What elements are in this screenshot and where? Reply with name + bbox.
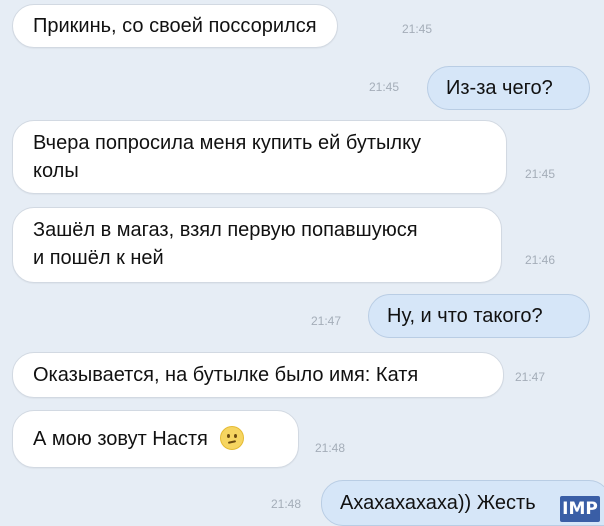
message-bubble-incoming: Вчера попросила меня купить ей бутылку к…: [12, 120, 507, 194]
message-time: 21:47: [515, 370, 546, 384]
message-text: Ну, и что такого?: [387, 305, 543, 327]
message-bubble-incoming: Оказывается, на бутылке было имя: Катя: [12, 352, 504, 398]
watermark-logo: IMP: [560, 496, 600, 522]
message-text: Прикинь, со своей поссорился: [33, 15, 317, 37]
message-text-line: Зашёл в магаз, взял первую попавшуюся: [33, 219, 418, 241]
message-text-line: и пошёл к ней: [33, 247, 164, 269]
message-bubble-incoming: А мою зовут Настя: [12, 410, 299, 468]
message-time: 21:45: [525, 167, 556, 181]
message-text: А мою зовут Настя: [33, 428, 208, 450]
message-text: Ахахахахаха)) Жесть: [340, 492, 536, 514]
message-time: 21:46: [525, 253, 556, 267]
message-time: 21:45: [402, 22, 433, 36]
message-time: 21:48: [315, 441, 346, 455]
message-bubble-outgoing: Из-за чего?: [427, 66, 590, 110]
message-bubble-outgoing: Ну, и что такого?: [368, 294, 590, 338]
message-text: Оказывается, на бутылке было имя: Катя: [33, 364, 419, 386]
message-bubble-incoming: Прикинь, со своей поссорился: [12, 4, 338, 48]
message-time: 21:45: [369, 80, 400, 94]
message-text-line: колы: [33, 160, 79, 182]
message-bubble-incoming: Зашёл в магаз, взял первую попавшуюся и …: [12, 207, 502, 283]
confused-face-emoji-icon: [219, 425, 244, 450]
message-time: 21:47: [311, 314, 342, 328]
message-time: 21:48: [271, 497, 302, 511]
message-text-line: Вчера попросила меня купить ей бутылку: [33, 132, 422, 154]
message-text: Из-за чего?: [446, 77, 553, 99]
